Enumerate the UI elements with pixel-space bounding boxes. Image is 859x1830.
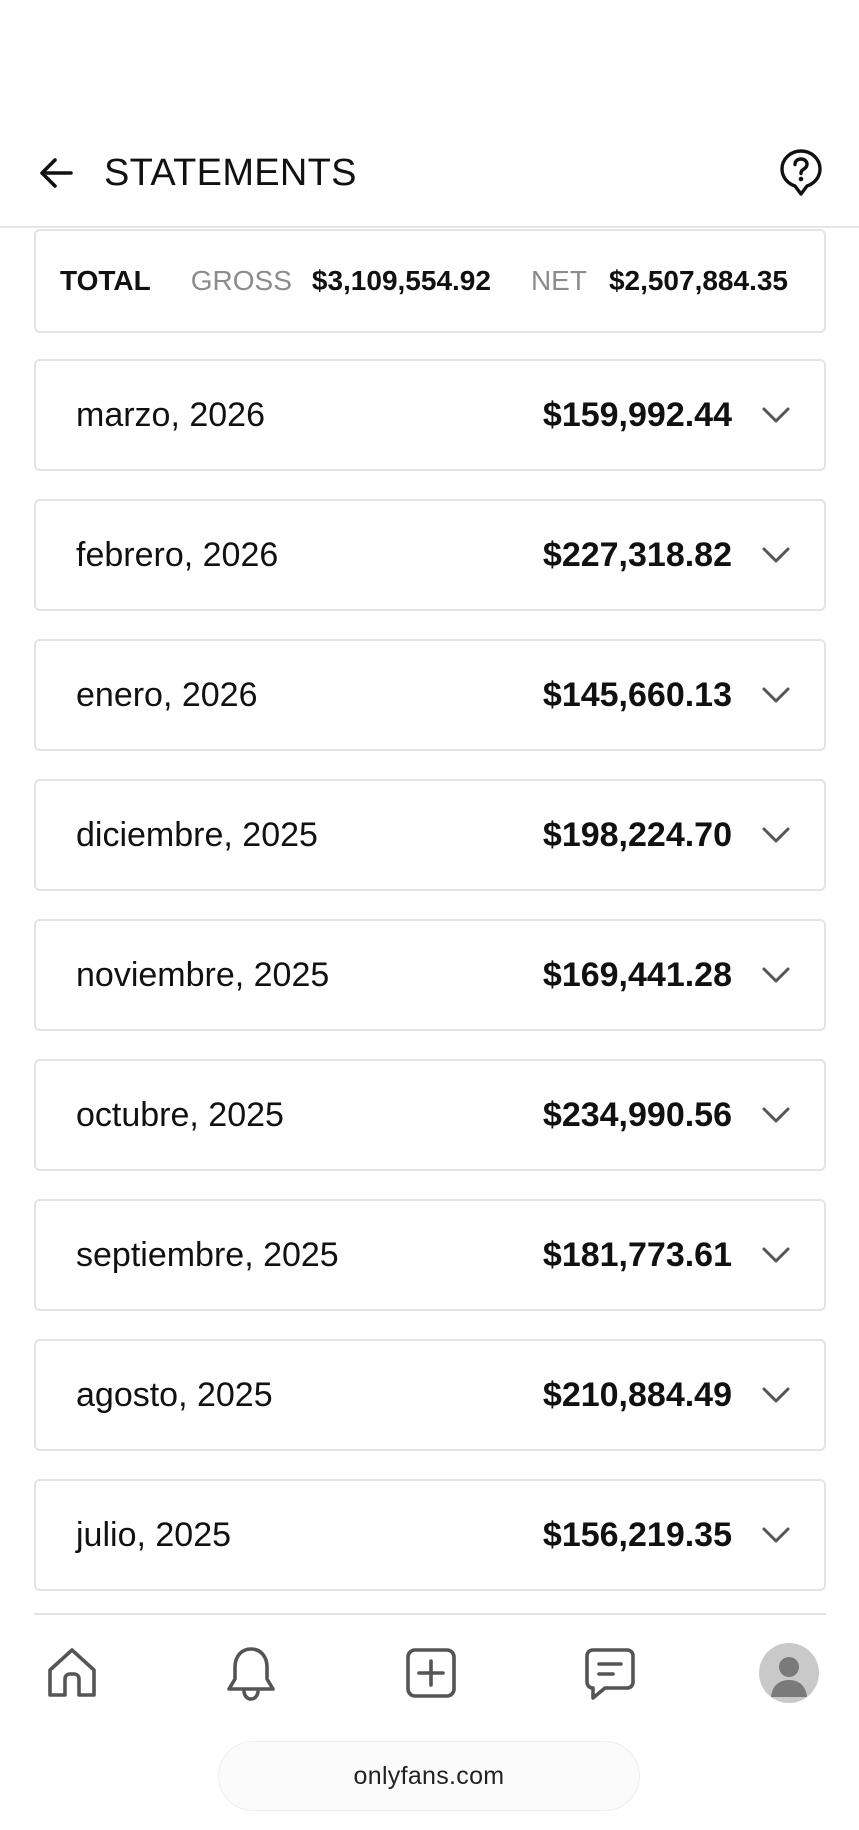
statement-amount: $234,990.56 <box>542 1095 732 1134</box>
help-circle-icon <box>780 149 822 196</box>
statement-amount: $169,441.28 <box>542 955 732 994</box>
statement-month: diciembre, 2025 <box>76 815 318 854</box>
total-summary-card: TOTAL GROSS $3,109,554.92 NET $2,507,884… <box>34 229 826 333</box>
chevron-down-icon[interactable] <box>758 817 794 853</box>
statement-row[interactable]: octubre, 2025 $234,990.56 <box>34 1059 826 1171</box>
net-value: $2,507,884.35 <box>608 265 788 296</box>
statement-row[interactable]: septiembre, 2025 $181,773.61 <box>34 1199 826 1311</box>
statement-row[interactable]: febrero, 2026 $227,318.82 <box>34 499 826 611</box>
statement-month: marzo, 2026 <box>76 395 265 434</box>
chevron-down-icon[interactable] <box>758 677 794 713</box>
statement-amount: $145,660.13 <box>542 675 732 714</box>
bell-icon <box>227 1647 276 1701</box>
top-bar: STATEMENTS <box>0 120 859 228</box>
arrow-left-icon <box>40 158 73 188</box>
total-label: TOTAL <box>60 265 151 296</box>
statement-amount: $156,219.35 <box>542 1515 732 1554</box>
statement-amount: $210,884.49 <box>542 1375 732 1414</box>
add-post-icon <box>405 1648 456 1698</box>
chevron-down-icon[interactable] <box>758 1517 794 1553</box>
nav-messages-button[interactable] <box>578 1641 642 1705</box>
avatar <box>759 1643 819 1703</box>
statement-amount: $198,224.70 <box>542 815 732 854</box>
statement-month: octubre, 2025 <box>76 1095 284 1134</box>
statements-page: STATEMENTS TOTAL GROSS $3,109,554.92 NET… <box>0 0 859 1830</box>
gross-label: GROSS <box>190 265 292 296</box>
help-button[interactable] <box>777 147 825 199</box>
statement-amount: $181,773.61 <box>542 1235 732 1274</box>
chevron-down-icon[interactable] <box>758 537 794 573</box>
browser-url-bar[interactable]: onlyfans.com <box>218 1741 640 1811</box>
url-text: onlyfans.com <box>353 1761 505 1790</box>
statement-amount: $227,318.82 <box>542 535 732 574</box>
statement-amount: $159,992.44 <box>542 395 732 434</box>
user-silhouette-icon <box>771 1657 807 1697</box>
statement-row[interactable]: enero, 2026 $145,660.13 <box>34 639 826 751</box>
chevron-down-icon[interactable] <box>758 1377 794 1413</box>
home-icon <box>48 1648 96 1697</box>
statement-month: noviembre, 2025 <box>76 955 330 994</box>
back-button[interactable] <box>34 151 78 195</box>
chevron-down-icon[interactable] <box>758 1237 794 1273</box>
nav-add-post-button[interactable] <box>399 1641 463 1705</box>
nav-profile-button[interactable] <box>757 1641 821 1705</box>
statement-month: julio, 2025 <box>76 1515 232 1554</box>
gross-value: $3,109,554.92 <box>311 265 491 296</box>
page-title: STATEMENTS <box>104 151 357 194</box>
statement-row[interactable]: marzo, 2026 $159,992.44 <box>34 359 826 471</box>
statement-row[interactable]: agosto, 2025 $210,884.49 <box>34 1339 826 1451</box>
chevron-down-icon[interactable] <box>758 957 794 993</box>
statement-month: febrero, 2026 <box>76 535 279 574</box>
messages-icon <box>584 1648 635 1700</box>
statement-month: agosto, 2025 <box>76 1375 273 1414</box>
nav-notifications-button[interactable] <box>219 1641 283 1705</box>
statement-list: marzo, 2026 $159,992.44 febrero, 2026 $2… <box>34 359 826 1619</box>
statement-row[interactable]: noviembre, 2025 $169,441.28 <box>34 919 826 1031</box>
chevron-down-icon[interactable] <box>758 1097 794 1133</box>
statement-month: enero, 2026 <box>76 675 258 714</box>
statement-row[interactable]: diciembre, 2025 $198,224.70 <box>34 779 826 891</box>
net-label: NET <box>530 265 587 296</box>
bottom-navigation <box>0 1615 859 1731</box>
statement-month: septiembre, 2025 <box>76 1235 339 1274</box>
nav-home-button[interactable] <box>40 1641 104 1705</box>
statement-row[interactable]: julio, 2025 $156,219.35 <box>34 1479 826 1591</box>
chevron-down-icon[interactable] <box>758 397 794 433</box>
